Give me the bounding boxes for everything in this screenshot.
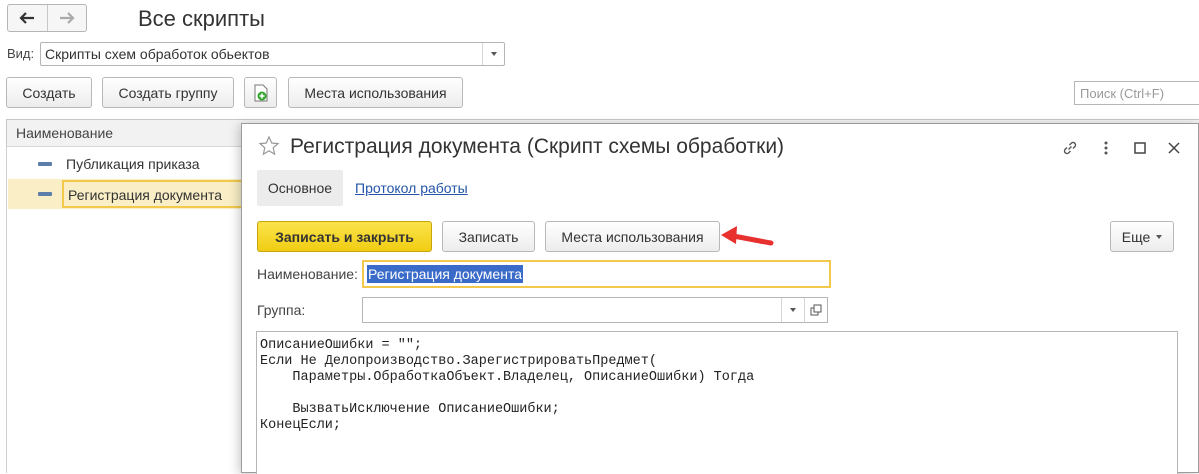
tab-main[interactable]: Основное [257,170,343,206]
back-button[interactable] [8,5,47,31]
close-button[interactable] [1164,138,1184,158]
chevron-down-icon [490,52,497,56]
save-button[interactable]: Записать [442,221,535,252]
create-group-button[interactable]: Создать группу [102,77,234,108]
name-label: Наименование: [257,266,358,282]
view-dropdown-button[interactable] [482,43,504,65]
row-label: Публикация приказа [66,156,200,172]
table-row[interactable]: Публикация приказа [8,149,243,179]
add-from-template-button[interactable] [244,77,277,108]
open-icon [810,304,822,316]
group-open-button[interactable] [804,297,828,323]
link-icon [1063,141,1077,155]
close-icon [1168,142,1180,154]
item-icon [38,192,52,196]
code-line: Если Не Делопроизводство.Зарегистрироват… [260,354,657,369]
table-row-selected[interactable]: Регистрация документа [8,179,245,209]
chevron-down-icon [1156,234,1163,239]
star-icon[interactable] [258,135,280,157]
name-field-value: Регистрация документа [367,265,523,283]
places-of-use-button[interactable]: Места использования [288,77,463,108]
back-arrow-icon [19,12,35,24]
save-and-close-button[interactable]: Записать и закрыть [257,221,432,252]
row-label: Регистрация документа [62,180,245,208]
more-actions-button[interactable] [1096,138,1116,158]
maximize-button[interactable] [1130,138,1150,158]
view-select[interactable]: Скрипты схем обработок обьектов [40,42,505,66]
red-arrow-pointer [721,226,774,246]
code-line: ОписаниеОшибки = ""; [260,338,423,353]
add-green-icon [254,84,267,101]
script-code-editor[interactable]: ОписаниеОшибки = ""; Если Не Делопроизво… [256,331,1178,474]
code-line: Параметры.ОбработкаОбъект.Владелец, Опис… [260,370,755,385]
forward-arrow-icon [59,12,75,24]
script-form-window: Регистрация документа (Скрипт схемы обра… [241,123,1199,474]
form-title: Регистрация документа (Скрипт схемы обра… [290,135,785,158]
tab-work-log[interactable]: Протокол работы [355,180,468,196]
search-input[interactable]: Поиск (Ctrl+F) [1074,81,1199,105]
code-line: ВызватьИсключение ОписаниеОшибки; [260,402,560,417]
more-menu-button[interactable]: Еще [1110,221,1174,252]
group-label: Группа: [257,302,306,318]
view-select-value: Скрипты схем обработок обьектов [45,46,270,62]
create-button[interactable]: Создать [6,77,92,108]
page-title: Все скрипты [138,6,265,31]
maximize-icon [1134,142,1146,154]
scripts-table: Публикация приказа Регистрация документа [6,147,245,473]
group-field[interactable] [362,297,828,323]
column-header-name[interactable]: Наименование [16,125,113,141]
forward-button[interactable] [46,5,87,31]
link-button[interactable] [1060,138,1080,158]
code-line: КонецЕсли; [260,418,342,433]
view-label: Вид: [7,46,35,61]
group-dropdown-button[interactable] [781,298,803,322]
search-placeholder: Поиск (Ctrl+F) [1080,86,1165,101]
more-vert-icon [1104,141,1108,155]
item-icon [38,162,52,166]
more-menu-label: Еще [1121,228,1151,245]
name-field[interactable]: Регистрация документа [362,260,831,288]
dropdown-icon [789,308,796,312]
form-places-of-use-button[interactable]: Места использования [545,221,720,252]
nav-buttons [7,4,87,32]
